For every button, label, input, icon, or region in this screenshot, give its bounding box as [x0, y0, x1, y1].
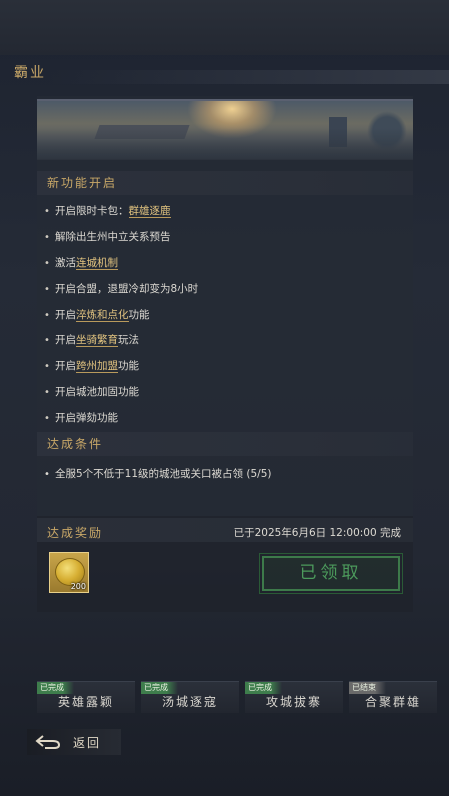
feature-text: 开启 [55, 308, 76, 321]
feature-text: 开启弹劾功能 [55, 412, 118, 425]
tab-milestone-4[interactable]: 已结束 合聚群雄 [349, 681, 437, 713]
bullet: • [44, 335, 50, 347]
tab-milestone-2[interactable]: 已完成 汤城逐寇 [141, 681, 239, 713]
bullet: • [44, 257, 50, 269]
tab-label: 攻城拔寨 [265, 695, 322, 709]
feature-item: • 开启限时卡包：群雄逐鹿 [44, 198, 404, 224]
feature-text: 开启城池加固功能 [55, 386, 139, 399]
feature-text: 开启 [55, 360, 76, 373]
feature-link[interactable]: 群雄逐鹿 [128, 205, 171, 218]
page-title: 霸业 [14, 65, 46, 81]
feature-text: 开启 [55, 334, 76, 347]
bullet: • [44, 231, 50, 243]
bullet: • [44, 206, 50, 217]
feature-item: • 开启弹劾功能 [44, 405, 404, 431]
tab-label: 汤城逐寇 [161, 695, 218, 709]
title-divider [50, 70, 449, 84]
feature-text: 解除出生州中立关系预告 [55, 230, 171, 243]
milestone-tabs: 已完成 英雄露颖 已完成 汤城逐寇 已完成 攻城拔寨 已结束 合聚群雄 [37, 681, 449, 713]
reward-item[interactable]: 200 [49, 552, 89, 593]
bullet: • [44, 469, 50, 480]
feature-link[interactable]: 连城机制 [76, 256, 118, 270]
feature-item: • 开启淬炼和点化功能 [44, 302, 404, 328]
feature-item: • 解除出生州中立关系预告 [44, 224, 404, 250]
rewards-heading: 达成奖励 [47, 526, 104, 540]
back-arrow-icon [35, 735, 61, 749]
feature-text: 激活 [55, 256, 76, 269]
feature-text: 开启合盟，退盟冷却变为8小时 [55, 282, 199, 295]
feature-suffix: 功能 [128, 308, 150, 321]
feature-item: • 开启跨州加盟功能 [44, 353, 404, 379]
top-backdrop [0, 0, 449, 55]
tab-milestone-1[interactable]: 已完成 英雄露颖 [37, 681, 135, 713]
claimed-button[interactable]: 已领取 [259, 553, 403, 594]
tab-milestone-3[interactable]: 已完成 攻城拔寨 [245, 681, 343, 713]
feature-item: • 开启坐骑繁育玩法 [44, 327, 404, 353]
conditions-heading: 达成条件 [37, 432, 413, 456]
completion-status: 已于2025年6月6日 12:00:00 完成 [233, 527, 401, 539]
feature-link[interactable]: 跨州加盟 [76, 360, 118, 374]
features-heading: 新功能开启 [37, 171, 413, 195]
feature-suffix: 玩法 [118, 334, 139, 347]
bullet: • [44, 361, 50, 373]
banner-frame [37, 99, 413, 160]
banner-image [37, 99, 413, 160]
feature-text: 开启限时卡包： [55, 205, 129, 217]
reward-count: 200 [70, 582, 86, 591]
bullet: • [44, 309, 50, 321]
tab-label: 合聚群雄 [364, 695, 421, 709]
bullet: • [44, 413, 50, 425]
back-label: 返回 [73, 736, 102, 750]
bullet: • [44, 387, 50, 399]
condition-text: 全服5个不低于11级的城池或关口被占领 [55, 468, 244, 480]
feature-item: • 激活连城机制 [44, 250, 404, 276]
tab-label: 英雄露颖 [57, 695, 114, 709]
feature-link[interactable]: 坐骑繁育 [76, 334, 118, 348]
feature-item: • 开启城池加固功能 [44, 379, 404, 405]
feature-link[interactable]: 淬炼和点化 [76, 308, 129, 322]
bullet: • [44, 283, 50, 295]
back-button[interactable]: 返回 [27, 729, 121, 755]
feature-suffix: 功能 [118, 360, 139, 373]
feature-list: • 开启限时卡包：群雄逐鹿 • 解除出生州中立关系预告 • 激活连城机制 • 开启合盟，… [44, 198, 404, 431]
feature-item: • 开启合盟，退盟冷却变为8小时 [44, 276, 404, 302]
condition-progress: (5/5) [246, 468, 272, 480]
condition-item: • 全服5个不低于11级的城池或关口被占领 (5/5) [44, 466, 271, 481]
